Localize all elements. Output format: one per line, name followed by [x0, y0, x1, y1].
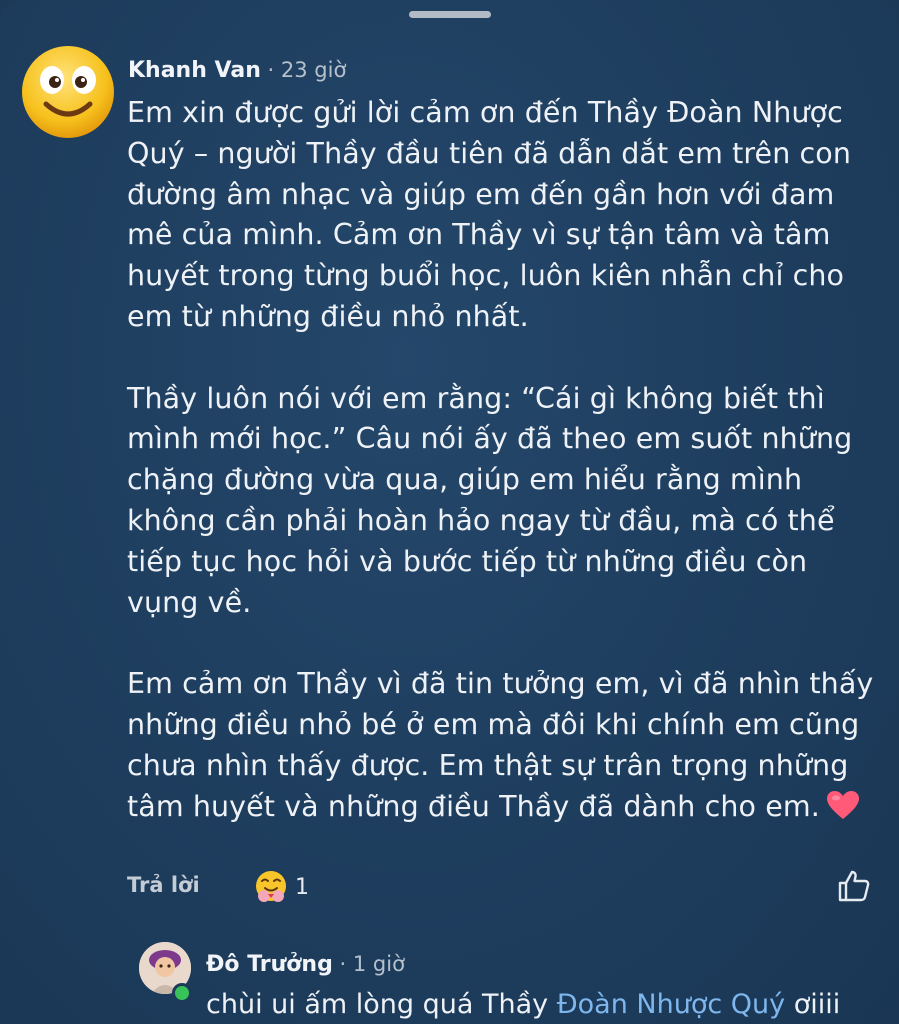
comment-paragraph-3: Em cảm ơn Thầy vì đã tin tưởng em, vì đã…	[127, 664, 887, 827]
comments-sheet: Khanh Van · 23 giờ Em xin được gửi lời c…	[0, 0, 899, 1024]
comment-text: Em xin được gửi lời cảm ơn đến Thầy Đoàn…	[127, 93, 887, 827]
separator-dot: ·	[332, 952, 353, 976]
reply-button[interactable]: Trả lời	[127, 873, 200, 897]
reply-text-end: ơiiii	[785, 989, 841, 1020]
red-heart-icon	[826, 790, 859, 819]
comment-paragraph-2: Thầy luôn nói với em rằng: “Cái gì không…	[127, 381, 853, 619]
reaction-count: 1	[295, 874, 309, 900]
reaction-summary[interactable]: 1	[253, 868, 309, 906]
comment-author-name[interactable]: Khanh Van	[128, 58, 261, 83]
reply-header: Đô Trưởng · 1 giờ	[206, 950, 405, 979]
reply-text-start: chùi ui ấm lòng quá Thầy	[206, 989, 557, 1020]
comment-paragraph-1: Em xin được gửi lời cảm ơn đến Thầy Đoàn…	[127, 96, 851, 333]
comment-header: Khanh Van · 23 giờ	[128, 56, 346, 85]
online-status-indicator	[172, 983, 192, 1003]
drag-handle[interactable]	[409, 11, 491, 18]
thumbs-up-icon[interactable]	[836, 868, 872, 904]
hugging-face-icon	[256, 871, 286, 902]
reply-timestamp: 1 giờ	[352, 952, 405, 976]
comment-paragraph-3-text: Em cảm ơn Thầy vì đã tin tưởng em, vì đã…	[127, 667, 874, 823]
reply-author-name[interactable]: Đô Trưởng	[206, 952, 333, 977]
comment-timestamp: 23 giờ	[280, 58, 347, 82]
separator-dot: ·	[260, 58, 281, 82]
reply-text: chùi ui ấm lòng quá Thầy Đoàn Nhược Quý …	[206, 986, 840, 1024]
comment-actions: Trả lời 1	[127, 868, 872, 908]
mention-link[interactable]: Đoàn Nhược Quý	[557, 989, 785, 1020]
smiley-face-icon[interactable]	[20, 44, 116, 140]
